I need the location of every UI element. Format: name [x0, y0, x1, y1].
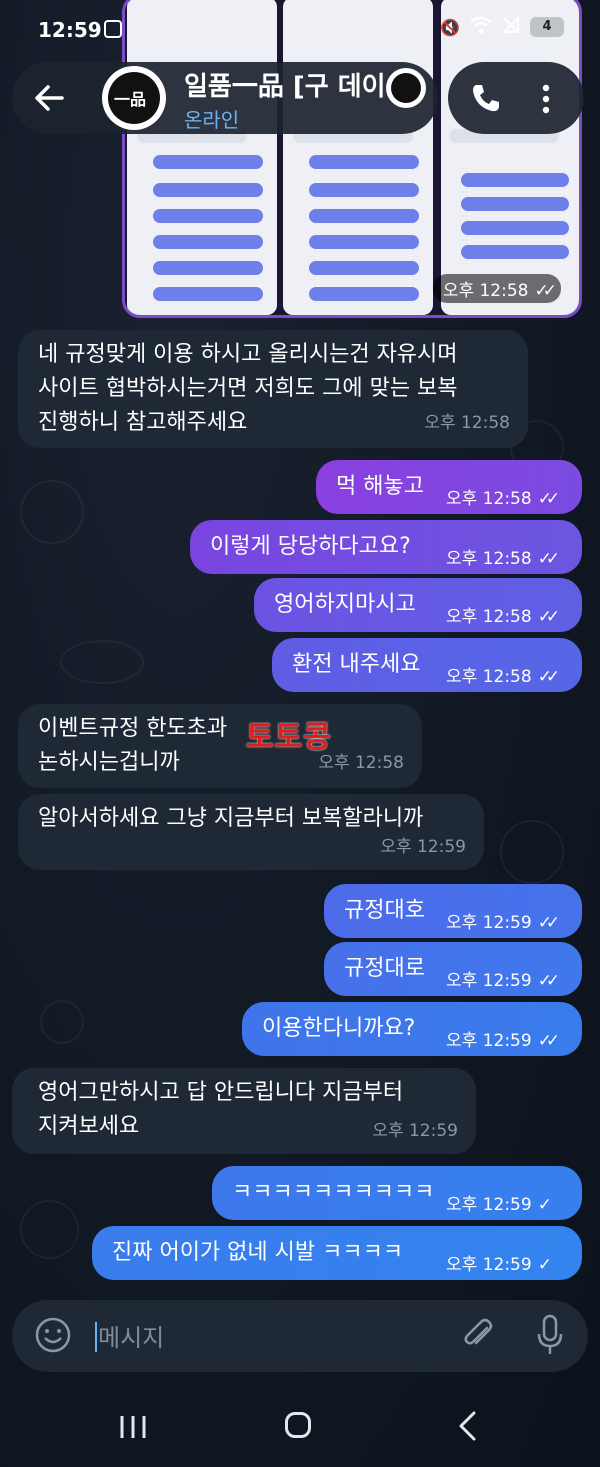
message-outgoing[interactable]: ㅋㅋㅋㅋㅋㅋㅋㅋㅋㅋ 오후 12:59 ✓ [212, 1166, 582, 1220]
message-time: 오후 12:58 ✓✓ [446, 600, 560, 634]
message-line: 진짜 어이가 없네 시발 ㅋㅋㅋㅋ [112, 1240, 404, 1265]
message-line: 알아서하세요 그냥 지금부터 보복할라니까 [38, 806, 424, 831]
message-line: 논하시는겁니까 [38, 750, 180, 775]
message-line: 영어하지마시고 [274, 592, 416, 617]
double-check-icon: ✓✓ [537, 549, 560, 569]
message-outgoing[interactable]: 먹 해놓고 오후 12:58 ✓✓ [316, 460, 582, 514]
message-time: 오후 12:59 ✓✓ [446, 1024, 560, 1058]
message-outgoing[interactable]: 영어하지마시고 오후 12:58 ✓✓ [254, 578, 582, 632]
text-cursor [95, 1322, 97, 1352]
message-time: 오후 12:58 ✓✓ [446, 660, 560, 694]
status-bar: 12:59 🔇 4 [0, 0, 600, 60]
message-outgoing[interactable]: 이용한다니까요? 오후 12:59 ✓✓ [242, 1002, 582, 1056]
message-outgoing[interactable]: 규정대호 오후 12:59 ✓✓ [324, 884, 582, 938]
message-line: 네 규정맞게 이용 하시고 올리시는건 자유시며 [38, 342, 458, 367]
message-line: 진행하니 참고해주세요 [38, 410, 248, 435]
attach-icon[interactable] [460, 1316, 498, 1354]
message-line: 규정대호 [344, 898, 425, 923]
message-line: 이용한다니까요? [262, 1016, 416, 1041]
chat-title[interactable]: 일품一品 [구 데이 [184, 66, 384, 103]
wallpaper-doodle [20, 1200, 79, 1259]
status-icons: 🔇 4 [440, 15, 564, 38]
message-line: 영어그만하시고 답 안드립니다 지금부터 [38, 1080, 404, 1105]
message-line: 지켜보세요 [38, 1114, 140, 1139]
double-check-icon: ✓✓ [537, 913, 560, 933]
message-line: 규정대로 [344, 956, 425, 981]
message-outgoing[interactable]: 규정대로 오후 12:59 ✓✓ [324, 942, 582, 996]
check-icon: ✓ [537, 1255, 552, 1275]
screenshot-indicator-icon [104, 20, 122, 38]
wallpaper-doodle [60, 640, 144, 684]
signal-icon [501, 15, 520, 38]
message-outgoing[interactable]: 환전 내주세요 오후 12:58 ✓✓ [272, 638, 582, 692]
double-check-icon: ✓✓ [537, 667, 560, 687]
mic-icon[interactable] [536, 1314, 564, 1356]
wallpaper-doodle [40, 1000, 84, 1044]
home-icon[interactable] [285, 1412, 311, 1438]
message-time: 오후 12:59 [372, 1121, 458, 1141]
back-arrow-icon[interactable] [32, 80, 68, 116]
mute-icon: 🔇 [440, 17, 460, 37]
image-message-time: 오후 12:58 ✓✓ [432, 274, 561, 303]
message-time: 오후 12:59 ✓ [446, 1188, 552, 1222]
status-time: 12:59 [38, 18, 102, 42]
message-time: 오후 12:58 ✓✓ [446, 482, 560, 516]
battery-icon: 4 [530, 17, 564, 37]
message-outgoing[interactable]: 진짜 어이가 없네 시발 ㅋㅋㅋㅋ 오후 12:59 ✓ [92, 1226, 582, 1280]
message-line: 이벤트규정 한도초과 [38, 716, 228, 741]
avatar-logo: 一品 [114, 90, 147, 109]
message-time: 오후 12:59 ✓ [446, 1248, 552, 1282]
double-check-icon: ✓✓ [537, 971, 560, 991]
wallpaper-doodle [500, 820, 564, 884]
message-line: 이렇게 당당하다고요? [210, 534, 411, 559]
avatar[interactable]: 一品 [102, 66, 166, 130]
wifi-icon [470, 16, 492, 38]
header-actions [448, 62, 584, 134]
message-time: 오후 12:59 [380, 837, 466, 857]
online-status: 온라인 [184, 108, 240, 132]
double-check-icon: ✓✓ [537, 489, 560, 509]
wallpaper-doodle [20, 480, 84, 544]
message-incoming[interactable]: 네 규정맞게 이용 하시고 올리시는건 자유시며 사이트 협박하시는거면 저희도… [18, 330, 528, 448]
double-check-icon: ✓✓ [537, 1031, 560, 1051]
emoji-icon[interactable] [34, 1316, 72, 1354]
message-incoming[interactable]: 알아서하세요 그냥 지금부터 보복할라니까 오후 12:59 [18, 794, 484, 870]
nav-back-icon[interactable] [456, 1410, 478, 1442]
message-incoming[interactable]: 영어그만하시고 답 안드립니다 지금부터 지켜보세요 오후 12:59 [12, 1068, 476, 1154]
message-line: 환전 내주세요 [292, 652, 421, 677]
more-vert-icon[interactable] [542, 84, 550, 114]
message-time: 오후 12:58 [424, 413, 510, 433]
message-time: 오후 12:58 ✓✓ [446, 542, 560, 576]
check-icon: ✓ [537, 1195, 552, 1215]
message-line: 사이트 협박하시는거면 저희도 그에 맞는 보복 [38, 376, 458, 401]
verified-badge-icon [386, 68, 426, 108]
message-outgoing[interactable]: 이렇게 당당하다고요? 오후 12:58 ✓✓ [190, 520, 582, 574]
watermark: 토토콩 [246, 720, 332, 755]
recent-apps-icon[interactable] [118, 1414, 148, 1440]
double-check-icon: ✓✓ [537, 607, 560, 627]
message-time: 오후 12:59 ✓✓ [446, 964, 560, 998]
message-time: 오후 12:59 ✓✓ [446, 906, 560, 940]
message-line: ㅋㅋㅋㅋㅋㅋㅋㅋㅋㅋ [232, 1180, 435, 1205]
phone-icon[interactable] [470, 82, 502, 114]
message-incoming[interactable]: 이벤트규정 한도초과 논하시는겁니까 오후 12:58 [18, 704, 422, 788]
message-input[interactable]: 메시지 [98, 1318, 164, 1353]
message-line: 먹 해놓고 [336, 474, 424, 499]
